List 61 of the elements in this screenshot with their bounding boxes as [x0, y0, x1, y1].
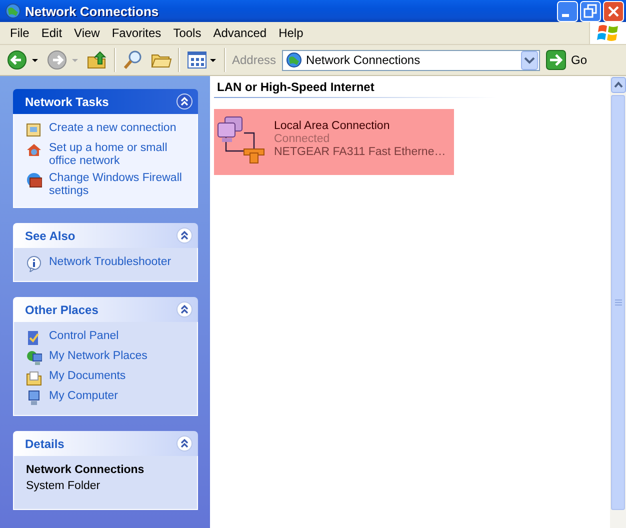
info-icon: [26, 256, 42, 272]
panel-title: See Also: [25, 228, 76, 242]
task-link[interactable]: My Computer: [49, 390, 118, 403]
house-icon: [26, 142, 42, 158]
collapse-button[interactable]: [176, 301, 193, 318]
windows-logo-icon: [597, 23, 619, 43]
group-heading: LAN or High-Speed Internet: [214, 80, 497, 98]
views-button[interactable]: [186, 49, 218, 71]
task-link[interactable]: Control Panel: [49, 330, 119, 343]
task-link[interactable]: Network Troubleshooter: [49, 256, 172, 269]
menu-item[interactable]: Advanced: [207, 26, 273, 40]
forward-button[interactable]: [46, 49, 80, 71]
scrollbar[interactable]: [610, 76, 626, 528]
task-link[interactable]: Set up a home or small office network: [49, 142, 189, 168]
panel-title: Network Tasks: [25, 94, 109, 108]
connection-status: Connected: [274, 133, 331, 146]
panel-title: Other Places: [25, 302, 98, 316]
address-field[interactable]: Network Connections: [282, 50, 540, 70]
back-button[interactable]: [6, 49, 40, 71]
globe-icon: [286, 52, 302, 68]
network-computer-icon: [26, 350, 42, 366]
scroll-thumb[interactable]: [611, 95, 625, 510]
minimize-button[interactable]: [557, 0, 578, 22]
collapse-button[interactable]: [176, 93, 193, 110]
restore-button[interactable]: [580, 0, 601, 22]
globe-icon: [5, 3, 21, 19]
dropdown-button[interactable]: [521, 50, 538, 70]
connection-name: Local Area Connection: [274, 120, 391, 133]
panel-header[interactable]: See Also: [13, 223, 198, 248]
task-link[interactable]: My Documents: [49, 370, 126, 383]
panel-header[interactable]: Details: [13, 431, 198, 456]
new-connection-icon: [26, 122, 42, 138]
grip-icon: [614, 299, 622, 306]
close-button[interactable]: [603, 0, 624, 22]
computer-icon: [26, 390, 42, 406]
menu-item[interactable]: Help: [272, 26, 310, 40]
window-title: Network Connections: [25, 4, 160, 18]
go-button[interactable]: Go: [546, 50, 588, 70]
scroll-up-button[interactable]: [610, 77, 626, 93]
collapse-button[interactable]: [176, 435, 193, 452]
up-folder-button[interactable]: [86, 49, 108, 71]
task-link[interactable]: Create a new connection: [49, 122, 176, 135]
menu-item[interactable]: Edit: [35, 26, 68, 40]
task-link[interactable]: My Network Places: [49, 350, 148, 363]
search-button[interactable]: [122, 49, 144, 71]
menu-item[interactable]: Tools: [167, 26, 208, 40]
connection-item[interactable]: Local Area Connection Connected NETGEAR FA311 Fast Etherne…: [214, 109, 454, 175]
documents-folder-icon: [26, 370, 42, 386]
task-link[interactable]: Change Windows Firewall settings: [49, 172, 189, 198]
menu-item[interactable]: File: [4, 26, 36, 40]
menu-item[interactable]: Favorites: [106, 26, 168, 40]
panel-title: Details: [25, 436, 64, 450]
address-label: Address: [232, 53, 276, 67]
details-name: Network Connections: [26, 464, 146, 476]
panel-header[interactable]: Network Tasks: [13, 89, 198, 114]
panel-header[interactable]: Other Places: [13, 297, 198, 322]
menu-item[interactable]: View: [68, 26, 106, 40]
address-text: Network Connections: [306, 53, 422, 67]
details-description: System Folder: [26, 480, 102, 492]
collapse-button[interactable]: [176, 227, 193, 244]
connection-device: NETGEAR FA311 Fast Etherne…: [274, 146, 446, 159]
